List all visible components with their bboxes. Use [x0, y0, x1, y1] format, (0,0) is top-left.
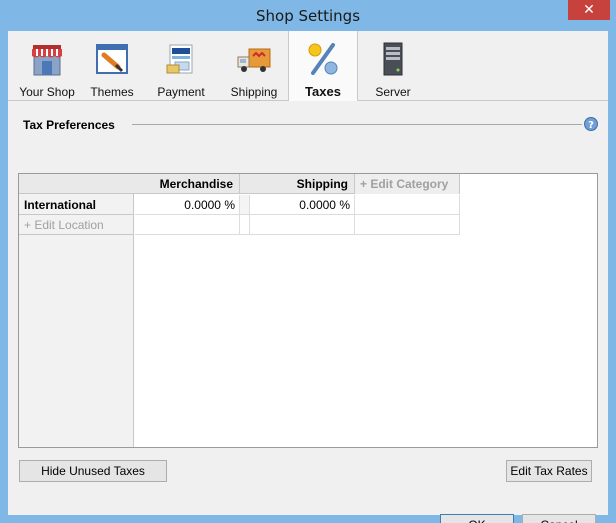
title-bar[interactable]: Shop Settings ✕ — [0, 0, 616, 31]
tab-server[interactable]: Server — [360, 31, 426, 101]
empty-cell[interactable] — [355, 195, 460, 215]
tax-cell-shipping[interactable]: 0.0000 % — [250, 195, 355, 215]
svg-text:?: ? — [588, 120, 594, 131]
tab-your-shop[interactable]: Your Shop — [12, 31, 82, 101]
edit-category-button[interactable]: + Edit Category — [355, 174, 460, 194]
cell-spacer — [240, 215, 250, 235]
tab-label-your-shop: Your Shop — [19, 85, 75, 99]
ok-button[interactable]: OK — [440, 514, 514, 523]
tax-cell-merchandise[interactable]: 0.0000 % — [135, 195, 240, 215]
help-icon[interactable]: ? — [584, 117, 598, 131]
tab-taxes[interactable]: Taxes — [288, 31, 358, 102]
column-header-merchandise[interactable]: Merchandise — [134, 174, 240, 194]
hide-unused-taxes-button[interactable]: Hide Unused Taxes — [19, 460, 167, 482]
tax-grid: Merchandise Shipping + Edit Category Int… — [18, 173, 598, 448]
edit-tax-rates-button[interactable]: Edit Tax Rates — [506, 460, 592, 482]
empty-cell[interactable] — [135, 215, 240, 235]
tab-themes[interactable]: Themes — [82, 31, 142, 101]
taxes-panel: Tax Preferences ? Merchandise Shipping +… — [8, 101, 608, 523]
settings-toolbar: Your Shop Themes Payment Shipping Taxes … — [8, 31, 608, 102]
percent-icon — [308, 43, 338, 75]
close-button[interactable]: ✕ — [568, 0, 610, 20]
tab-shipping[interactable]: Shipping — [220, 31, 288, 101]
theme-brush-icon — [96, 44, 128, 74]
empty-cell[interactable] — [355, 215, 460, 235]
dialog-client: Your Shop Themes Payment Shipping Taxes … — [8, 31, 608, 523]
section-title: Tax Preferences — [23, 118, 115, 132]
storefront-icon — [32, 45, 62, 76]
payment-card-icon — [166, 44, 193, 74]
tab-label-server: Server — [375, 85, 411, 99]
tab-label-themes: Themes — [90, 85, 134, 99]
tab-label-taxes: Taxes — [305, 84, 341, 99]
empty-cell[interactable] — [250, 215, 355, 235]
shop-settings-window: Shop Settings ✕ Your Shop Themes Payment… — [0, 0, 616, 523]
section-divider — [132, 124, 582, 125]
cell-spacer — [240, 195, 250, 215]
window-title: Shop Settings — [255, 7, 361, 25]
cancel-button[interactable]: Cancel — [522, 514, 596, 523]
edit-location-button[interactable]: + Edit Location — [19, 215, 134, 235]
delivery-truck-icon — [237, 48, 271, 72]
tab-payment[interactable]: Payment — [150, 31, 212, 101]
tab-label-payment: Payment — [157, 85, 205, 99]
row-header-international[interactable]: International — [19, 195, 134, 215]
server-tower-icon — [383, 42, 403, 76]
column-header-shipping[interactable]: Shipping — [240, 174, 355, 194]
tab-label-shipping: Shipping — [230, 85, 278, 99]
